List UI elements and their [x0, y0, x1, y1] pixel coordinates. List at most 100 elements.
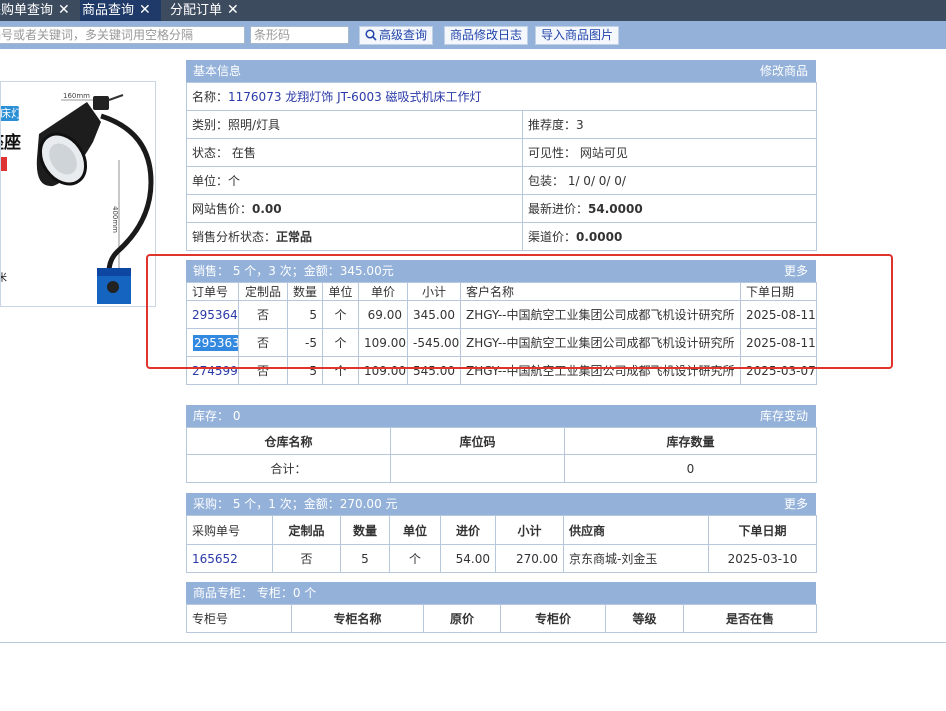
col-header: 等级: [605, 604, 684, 633]
table-row: 165652 否 5 个 54.00 270.00 京东商城-刘金玉 2025-…: [186, 544, 817, 573]
col-header: 小计: [495, 515, 564, 545]
footer-divider: [0, 642, 946, 643]
svg-text:400mm: 400mm: [111, 206, 119, 233]
purchase-number-link[interactable]: 165652: [186, 544, 273, 573]
col-header: 采购单号: [186, 515, 273, 545]
purchase-table: 采购单号 定制品 数量 单位 进价 小计 供应商 下单日期 165652 否 5…: [186, 515, 817, 573]
table-header-row: 仓库名称 库位码 库存数量: [186, 427, 817, 455]
lamp-image: 床灯 座座 米 ) 160mm 140mm 400mm: [1, 92, 154, 304]
sales-status-label: 销售分析状态：: [192, 230, 277, 244]
basic-info-table: 名称：1176073 龙翔灯饰 JT-6003 磁吸式机床工作灯 类别：照明/灯…: [185, 82, 818, 251]
stock-change-link[interactable]: 库存变动: [760, 405, 808, 427]
product-image[interactable]: 床灯 座座 米 ) 160mm 140mm 400mm: [0, 81, 156, 307]
channel-price-label: 渠道价：: [528, 230, 577, 244]
image-text-2: 座座: [1, 132, 21, 153]
col-header: 数量: [340, 515, 390, 545]
status-cell: 状态： 在售: [186, 138, 523, 167]
stock-panel: 库存： 0 库存变动 仓库名称 库位码 库存数量 合计： 0: [186, 405, 817, 483]
col-header: 供应商: [563, 515, 709, 545]
latest-cost-label: 最新进价：: [528, 202, 589, 216]
channel-price-value: 0.0000: [576, 230, 623, 244]
close-icon[interactable]: ✕: [58, 0, 70, 20]
panel-title: 库存： 0: [193, 409, 241, 423]
purchase-panel: 采购： 5 个，1 次；金额：270.00 元 更多 采购单号 定制品 数量 单…: [186, 493, 817, 573]
counter-header: 商品专柜： 专柜：0 个: [186, 582, 816, 604]
table-cell: [390, 454, 565, 483]
table-header-row: 采购单号 定制品 数量 单位 进价 小计 供应商 下单日期: [186, 515, 817, 545]
col-header: 仓库名称: [186, 427, 391, 455]
category-cell: 类别：照明/灯具: [186, 110, 523, 139]
image-text-1: 床灯: [1, 106, 22, 120]
search-icon: [365, 29, 377, 41]
table-header-row: 专柜号 专柜名称 原价 专柜价 等级 是否在售: [186, 604, 817, 633]
advanced-search-label: 高级查询: [379, 28, 428, 42]
visibility-cell: 可见性： 网站可见: [521, 138, 818, 167]
sales-status-cell: 销售分析状态：正常品: [186, 222, 523, 251]
purchase-more-link[interactable]: 更多: [784, 493, 808, 515]
col-header: 原价: [423, 604, 501, 633]
tab-bar: 采购单查询 ✕ 商品查询 ✕ 分配订单 ✕: [0, 0, 946, 21]
col-header: 专柜价: [500, 604, 606, 633]
latest-cost-cell: 最新进价：54.0000: [521, 194, 818, 223]
import-images-button[interactable]: 导入商品图片: [535, 26, 620, 45]
col-header: 是否在售: [683, 604, 817, 633]
sales-status-value: 正常品: [276, 230, 313, 244]
purchase-header: 采购： 5 个，1 次；金额：270.00 元 更多: [186, 493, 816, 515]
table-cell: 5: [340, 544, 390, 573]
svg-text:160mm: 160mm: [63, 92, 90, 100]
table-cell: 京东商城-刘金玉: [563, 544, 709, 573]
tab-label: 分配订单: [170, 3, 223, 18]
tab-product-query[interactable]: 商品查询 ✕: [80, 0, 161, 21]
toolbar: 编号或者关键词，多关键词用空格分隔 条形码 高级查询 商品修改日志 导入商品图片: [0, 21, 946, 49]
tab-purchase-query[interactable]: 采购单查询 ✕: [0, 0, 70, 21]
channel-price-cell: 渠道价：0.0000: [521, 222, 818, 251]
col-header: 下单日期: [708, 515, 817, 545]
table-cell: 54.00: [440, 544, 496, 573]
tab-allocate-order[interactable]: 分配订单 ✕: [168, 0, 239, 21]
close-icon[interactable]: ✕: [227, 0, 239, 20]
panel-title: 基本信息: [193, 64, 242, 78]
total-value: 0: [564, 454, 817, 483]
total-label: 合计：: [186, 454, 391, 483]
table-row: 合计： 0: [186, 454, 817, 483]
advanced-search-button[interactable]: 高级查询: [359, 26, 434, 45]
basic-info-header: 基本信息 修改商品: [186, 60, 816, 82]
site-price-cell: 网站售价：0.00: [186, 194, 523, 223]
tab-label: 商品查询: [82, 3, 135, 18]
counter-panel: 商品专柜： 专柜：0 个 专柜号 专柜名称 原价 专柜价 等级 是否在售: [186, 582, 817, 633]
col-header: 专柜号: [186, 604, 292, 633]
table-cell: 否: [272, 544, 341, 573]
counter-table: 专柜号 专柜名称 原价 专柜价 等级 是否在售: [186, 604, 817, 633]
col-header: 进价: [440, 515, 496, 545]
tab-label: 采购单查询: [0, 3, 54, 18]
barcode-input[interactable]: 条形码: [250, 26, 349, 44]
product-name-cell: 名称：1176073 龙翔灯饰 JT-6003 磁吸式机床工作灯: [185, 82, 818, 111]
modify-log-button[interactable]: 商品修改日志: [444, 26, 529, 45]
site-price-label: 网站售价：: [192, 202, 253, 216]
table-cell: 个: [389, 544, 441, 573]
basic-info-panel: 基本信息 修改商品 名称：1176073 龙翔灯饰 JT-6003 磁吸式机床工…: [185, 60, 818, 251]
latest-cost-value: 54.0000: [588, 202, 643, 216]
name-label: 名称：: [192, 90, 229, 104]
col-header: 专柜名称: [291, 604, 424, 633]
col-header: 库位码: [390, 427, 565, 455]
close-icon[interactable]: ✕: [139, 0, 151, 20]
site-price-value: 0.00: [252, 202, 282, 216]
recommend-cell: 推荐度：3: [521, 110, 818, 139]
panel-title: 采购： 5 个，1 次；金额：270.00 元: [193, 497, 398, 511]
edit-product-link[interactable]: 修改商品: [760, 60, 808, 82]
col-header: 定制品: [272, 515, 341, 545]
col-header: 库存数量: [564, 427, 817, 455]
product-name-link[interactable]: 1176073 龙翔灯饰 JT-6003 磁吸式机床工作灯: [228, 90, 482, 104]
panel-title: 商品专柜： 专柜：0 个: [193, 586, 317, 600]
table-cell: 270.00: [495, 544, 564, 573]
search-input[interactable]: 编号或者关键词，多关键词用空格分隔: [0, 26, 245, 44]
unit-cell: 单位：个: [186, 166, 523, 195]
stock-table: 仓库名称 库位码 库存数量 合计： 0: [186, 427, 817, 483]
package-cell: 包装： 1/ 0/ 0/ 0/: [521, 166, 818, 195]
stock-header: 库存： 0 库存变动: [186, 405, 816, 427]
highlight-box: [146, 254, 893, 369]
image-text-3: 米: [1, 271, 7, 284]
col-header: 单位: [389, 515, 441, 545]
table-cell: 2025-03-10: [708, 544, 817, 573]
